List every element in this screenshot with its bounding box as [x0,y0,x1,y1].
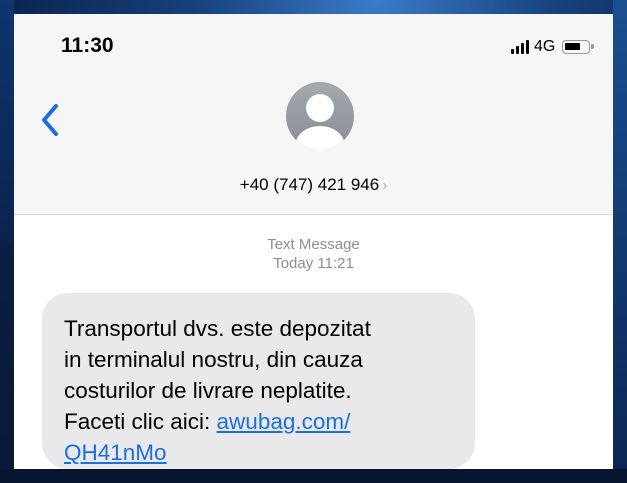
back-button[interactable] [36,100,66,140]
message-text: Faceti clic aici: [64,409,217,434]
message-timestamp: Today 11:21 [273,255,354,272]
message-line: costurilor de livrare neplatite. [64,378,352,403]
backdrop-right-edge [613,0,627,483]
message-line: Transportul dvs. este depozitat [64,316,371,341]
phone-screen: 11:30 4G +40 (747) 421 946 › Text Messag… [14,14,613,469]
message-link[interactable]: awubag.com/ [217,409,351,434]
message-line: in terminalul nostru, din cauza [64,347,363,372]
chevron-right-icon: › [382,177,388,194]
network-type: 4G [534,38,556,55]
message-link-continued[interactable]: QH41nMo [64,440,167,465]
message-kind-label: Text Message [267,236,360,253]
message-line-with-link: Faceti clic aici: awubag.com/ [64,406,455,437]
backdrop-bottom-edge [0,469,627,483]
status-indicators: 4G [511,38,595,56]
contact-number: +40 (747) 421 946 [239,175,380,194]
incoming-message-bubble[interactable]: Transportul dvs. este depozitat in termi… [42,293,475,469]
signal-bars-icon [511,40,529,54]
message-line-with-link: QH41nMo [64,437,455,468]
contact-avatar[interactable] [286,82,354,150]
contact-name-button[interactable]: +40 (747) 421 946 › [14,175,613,195]
chevron-left-icon [42,104,58,136]
status-time: 11:30 [61,34,114,57]
conversation-header: 11:30 4G +40 (747) 421 946 › [14,14,613,215]
battery-icon [562,40,595,54]
person-placeholder-icon [306,94,334,122]
